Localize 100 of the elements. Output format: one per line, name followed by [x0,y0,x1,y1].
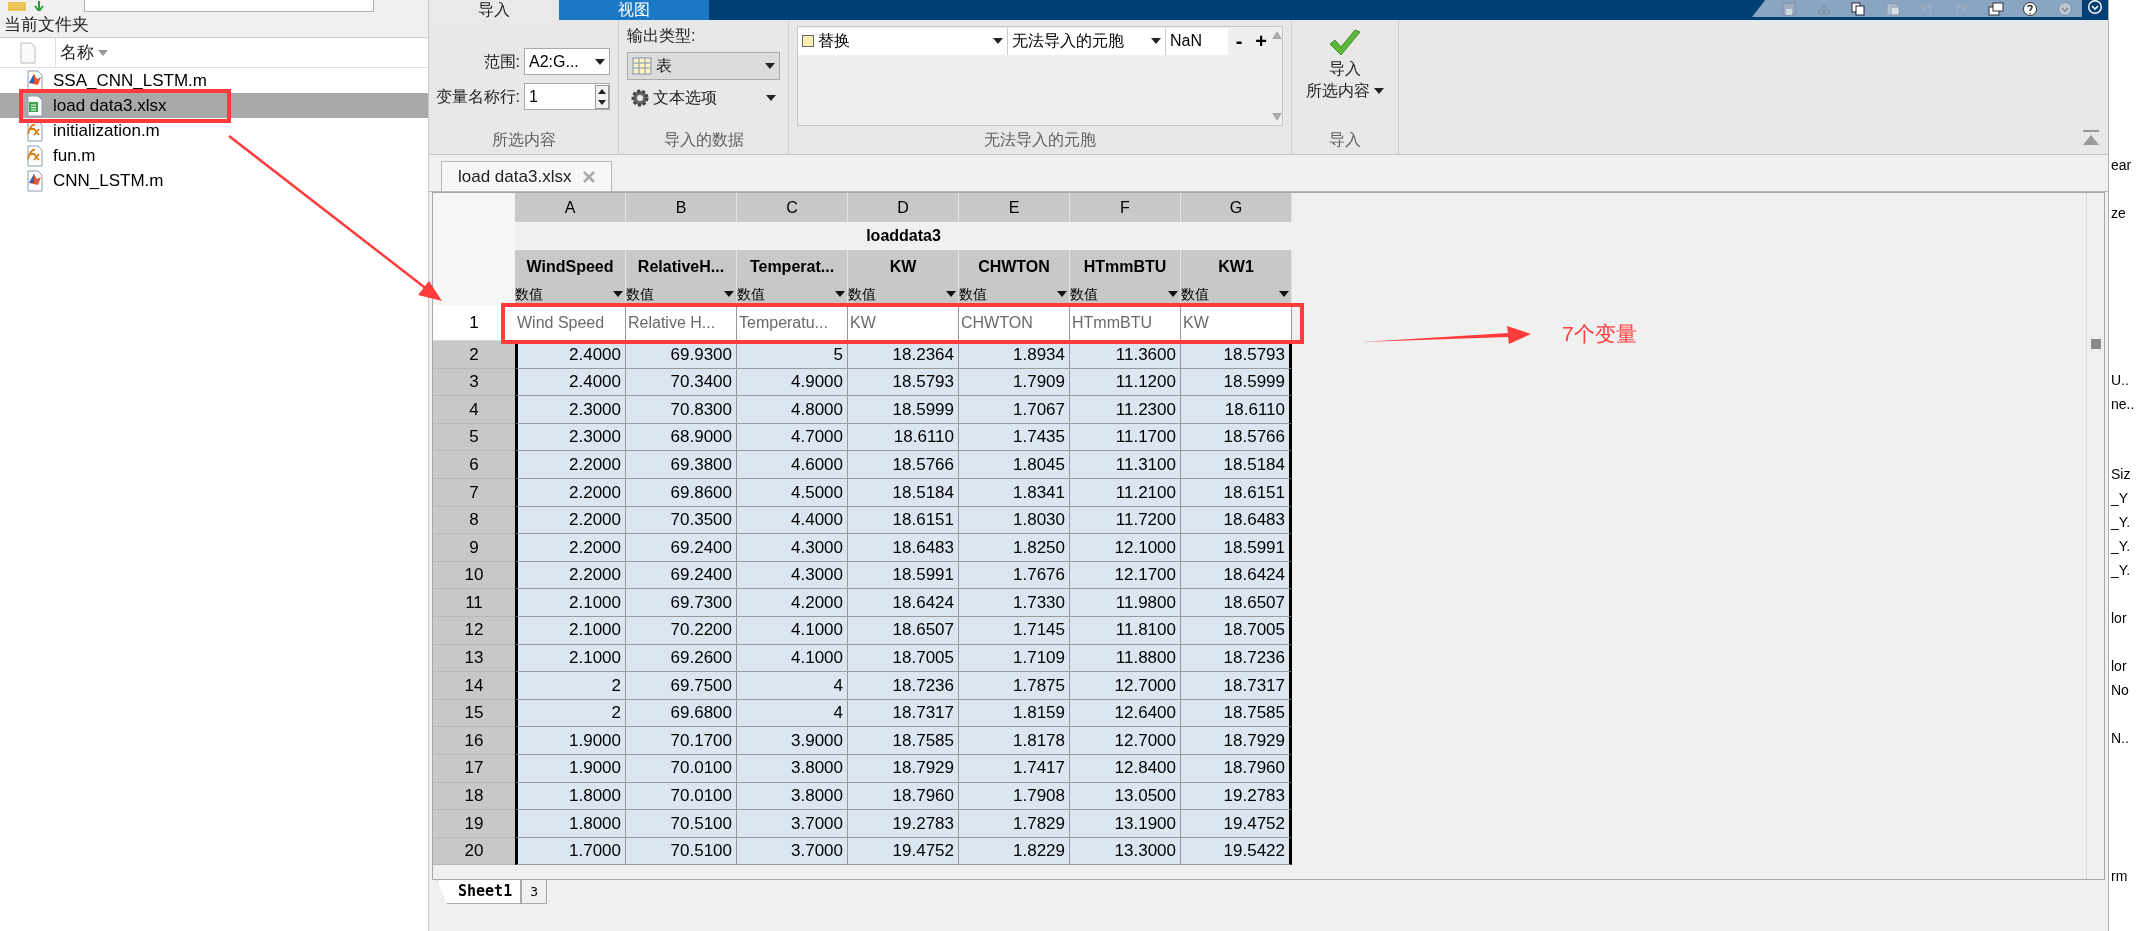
table-cell: 18.7005 [1181,616,1292,645]
caret-icon [1374,88,1384,94]
table-cell: 2 [515,699,626,728]
windows-icon[interactable] [1987,1,2004,16]
table-cell: 4.7000 [737,423,848,452]
row-header: 10 [433,561,515,590]
table-cell: 18.5991 [1181,534,1292,562]
table-cell: 18.6151 [1181,478,1292,507]
table-cell: 1.7909 [959,368,1070,397]
table-cell: 3.8000 [737,754,848,783]
text-options-button[interactable]: 文本选项 [627,84,780,112]
table-cell: 19.5422 [1181,837,1292,866]
help-icon[interactable] [2022,1,2039,16]
value-field[interactable]: NaN [1166,27,1228,55]
caret-icon [595,58,605,65]
number-spinner[interactable]: 1 [524,83,610,110]
range-dropdown[interactable]: A2:G... [524,48,610,75]
save-icon[interactable] [1781,1,1798,16]
table-cell: 70.0100 [626,782,737,811]
caret-icon [765,63,775,69]
action-dropdown[interactable]: 替换 [798,27,1008,55]
paste-icon[interactable] [1884,1,1901,16]
table-cell: 68.9000 [626,423,737,452]
table-cell: 2.1000 [515,644,626,673]
table-cell: 69.7300 [626,589,737,617]
table-cell: 1.8045 [959,451,1070,479]
add-rule-button[interactable]: + [1250,31,1272,51]
checkmark-icon [1328,28,1362,58]
table-cell: 12.6400 [1070,699,1181,728]
table-cell: 1.7875 [959,672,1070,700]
table-cell: 4.3000 [737,561,848,590]
table-cell: 1.8341 [959,478,1070,507]
table-cell: 18.7005 [848,644,959,673]
row-header: 4 [433,396,515,424]
table-cell: 1.8178 [959,727,1070,755]
target-dropdown[interactable]: 无法导入的元胞 [1008,27,1166,55]
field-label: 输出类型: [627,26,697,46]
type-dropdown[interactable]: 数值 [1181,283,1292,305]
table-cell: 13.3000 [1070,837,1181,866]
type-dropdown[interactable]: 数值 [626,283,737,305]
type-dropdown[interactable]: 数值 [515,283,626,305]
table-cell: 11.2300 [1070,396,1181,424]
type-dropdown[interactable]: 数值 [959,283,1070,305]
table-cell: 18.7960 [1181,754,1292,783]
row-header: 14 [433,672,515,700]
column-letter: E [959,193,1070,222]
table-cell: 1.8250 [959,534,1070,562]
table-cell: 19.4752 [1181,810,1292,838]
variable-name-fragment: lor [2111,657,2127,676]
collapse-ribbon-icon[interactable] [2082,130,2100,146]
table-cell: 69.2400 [626,534,737,562]
table-cell: 3.9000 [737,727,848,755]
script-file-icon [25,69,45,92]
variable-name-fragment: Siz [2111,465,2131,484]
table-cell: 13.0500 [1070,782,1181,811]
type-dropdown[interactable]: 数值 [737,283,848,305]
table-cell: 18.7317 [1181,672,1292,700]
close-icon[interactable] [583,170,596,183]
spreadsheet-file-icon [25,94,45,117]
sheet-tab[interactable]: Sheet1 [437,880,522,904]
variable-name-fragment: N.. [2111,729,2129,748]
scroll-down-icon[interactable] [1272,113,1282,121]
type-dropdown[interactable]: 数值 [848,283,959,305]
file-row[interactable]: load data3.xlsx [0,93,428,118]
ribbon-tab[interactable]: 导入 [429,0,559,20]
table-cell: 4.4000 [737,506,848,535]
type-dropdown[interactable]: 数值 [1070,283,1181,305]
table-cell: 70.0100 [626,754,737,783]
table-cell: 2.3000 [515,423,626,452]
table-cell: 69.7500 [626,672,737,700]
column-letter: D [848,193,959,222]
table-cell: 2.1000 [515,616,626,645]
row-header: 6 [433,451,515,479]
variable-name-fragment: No [2111,681,2129,700]
table-cell: 4.5000 [737,478,848,507]
scissors-icon[interactable] [1815,1,1832,16]
spinner-arrows-icon [595,84,609,109]
sheet-tab[interactable]: 3 [521,880,547,904]
row-header: 5 [433,423,515,452]
section-title: 所选内容 [490,130,557,150]
import-button[interactable]: 导入 所选内容 [1306,28,1384,126]
table-cell: 1.7145 [959,616,1070,645]
output-type-dropdown[interactable]: 表 [627,52,780,80]
scroll-thumb[interactable] [2090,339,2101,349]
variable-name: KW1 [1181,250,1292,283]
document-tab[interactable]: load data3.xlsx [441,161,613,191]
ribbon-tab[interactable]: 视图 [559,0,709,20]
section-title: 导入 [1328,130,1362,150]
caret-icon [724,291,734,297]
table-cell: 12.7000 [1070,672,1181,700]
variable-name-fragment: _Y [2111,489,2129,508]
path-field[interactable] [84,0,374,12]
variable-name: RelativeH... [626,250,737,283]
copy-icon[interactable] [1850,1,1867,16]
scroll-up-icon[interactable] [1272,31,1282,39]
table-cell: 2.2000 [515,451,626,479]
remove-rule-button[interactable]: - [1228,31,1250,51]
table-cell: Temperatu... [737,305,848,341]
row-header: 8 [433,506,515,535]
sort-caret-icon[interactable] [98,49,108,56]
